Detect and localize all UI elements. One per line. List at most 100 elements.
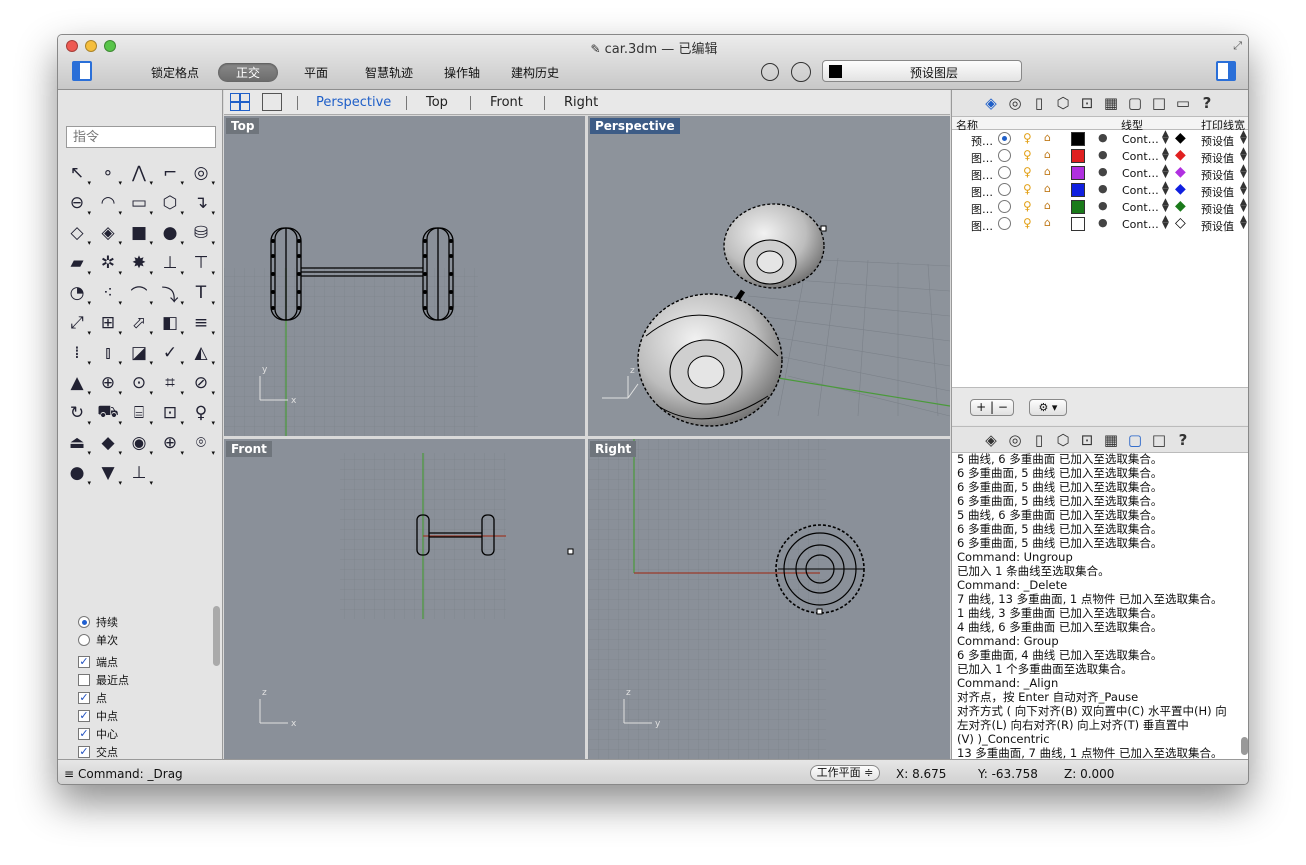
layer-linetype[interactable]: Cont… — [1122, 201, 1159, 214]
layer-name[interactable]: 图… — [971, 201, 993, 217]
add-remove-layer-button[interactable]: + | − — [970, 399, 1014, 416]
light-bulb-icon[interactable]: ♀ — [1023, 131, 1032, 145]
osnap-nearest[interactable]: 最近点 — [78, 671, 208, 689]
document-panel-icon[interactable]: ▯ — [1030, 431, 1048, 449]
light-bulb-icon[interactable]: ♀ — [1023, 182, 1032, 196]
center-checkbox[interactable]: ✓ — [78, 728, 90, 740]
osnap-persistent[interactable]: 持续 — [78, 613, 208, 631]
layer-name[interactable]: 图… — [971, 218, 993, 234]
print-color-diamond[interactable]: ◆ — [1175, 148, 1186, 162]
layer-color[interactable] — [1071, 166, 1085, 180]
light-bulb-icon[interactable]: ♀ — [1023, 165, 1032, 179]
move-icon[interactable]: ⤢ — [62, 308, 92, 338]
history-scrollbar[interactable] — [1241, 737, 1248, 755]
history-button[interactable]: 建构历史 — [511, 64, 559, 81]
viewport-perspective[interactable]: z Perspective — [588, 116, 950, 436]
osnap-endpoint[interactable]: ✓ 端点 — [78, 653, 208, 671]
layer-row[interactable]: 图… ♀ ⌂ ● Cont… ▲ ▼ ◆ 预设值 ▲ ▼ — [952, 198, 1248, 217]
current-layer-radio[interactable] — [998, 166, 1011, 179]
layer-color[interactable] — [1071, 217, 1085, 231]
single-viewport-icon[interactable] — [262, 93, 282, 111]
print-color-diamond[interactable]: ◇ — [1175, 216, 1186, 230]
tab-top[interactable]: Top — [426, 95, 448, 110]
material-icon[interactable]: ● — [1098, 131, 1108, 144]
grid-icon[interactable]: ⌸ — [124, 398, 154, 428]
layer-linetype[interactable]: Cont… — [1122, 133, 1159, 146]
viewport-label-front[interactable]: Front — [226, 441, 272, 457]
layer-printwidth[interactable]: 预设值 — [1201, 150, 1234, 166]
box-solid-icon[interactable]: ■ — [124, 218, 154, 248]
layer-printwidth[interactable]: 预设值 — [1201, 201, 1234, 217]
smart-track-button[interactable]: 智慧轨迹 — [365, 64, 413, 81]
layer-row[interactable]: 图… ♀ ⌂ ● Cont… ▲ ▼ ◆ 预设值 ▲ ▼ — [952, 181, 1248, 200]
layer-row[interactable]: 预… ♀ ⌂ ● Cont… ▲ ▼ ◆ 预设值 ▲ ▼ — [952, 130, 1248, 149]
material-panel-icon[interactable]: ▦ — [1102, 94, 1120, 112]
fillet-curve-icon[interactable]: ↴ — [186, 188, 216, 218]
points-on-icon[interactable]: ⁖ — [93, 278, 123, 308]
material-icon[interactable]: ● — [1098, 165, 1108, 178]
viewport-right[interactable]: y z Right — [588, 439, 950, 759]
explode-icon[interactable]: ✸ — [124, 248, 154, 278]
grid-array-icon[interactable]: ⁞ — [62, 338, 92, 368]
layer-linetype[interactable]: Cont… — [1122, 218, 1159, 231]
stepper-icon[interactable]: ▲ ▼ — [1162, 164, 1169, 180]
osnap-target-icon[interactable] — [791, 62, 811, 82]
globe-icon[interactable]: ⊕ — [155, 428, 185, 458]
lock-icon[interactable]: ⌂ — [1044, 165, 1051, 178]
array-icon[interactable]: ⊞ — [93, 308, 123, 338]
paint-icon[interactable]: ▲ — [62, 368, 92, 398]
rectangle-icon[interactable]: ▭ — [124, 188, 154, 218]
tab-front[interactable]: Front — [490, 95, 523, 110]
leader-icon[interactable]: ⊤ — [186, 248, 216, 278]
layer-name[interactable]: 图… — [971, 150, 993, 166]
layer-printwidth[interactable]: 预设值 — [1201, 133, 1234, 149]
current-layer-radio[interactable] — [998, 200, 1011, 213]
point-icon[interactable]: ∘ — [93, 158, 123, 188]
light-bulb-icon[interactable]: ♀ — [1023, 148, 1032, 162]
ellipse-icon[interactable]: ⊖ — [62, 188, 92, 218]
once-radio[interactable] — [78, 634, 90, 646]
stepper-icon[interactable]: ▲ ▼ — [1240, 181, 1247, 197]
osnap-center[interactable]: ✓ 中心 — [78, 725, 208, 743]
layer-linetype[interactable]: Cont… — [1122, 184, 1159, 197]
select-arrow-icon[interactable]: ↖ — [62, 158, 92, 188]
curve-icon[interactable]: ⌐ — [155, 158, 185, 188]
viewport-label-perspective[interactable]: Perspective — [590, 118, 680, 134]
document-panel-icon[interactable]: ▯ — [1030, 94, 1048, 112]
render-sphere-icon[interactable]: ● — [62, 458, 92, 488]
rotate-view-icon[interactable]: ↻ — [62, 398, 92, 428]
print-color-diamond[interactable]: ◆ — [1175, 165, 1186, 179]
mesh-plane-icon[interactable]: ▰ — [62, 248, 92, 278]
object-panel-icon[interactable]: ⬡ — [1054, 94, 1072, 112]
nearest-checkbox[interactable] — [78, 674, 90, 686]
four-viewports-icon[interactable] — [230, 93, 250, 111]
layer-name[interactable]: 图… — [971, 167, 993, 183]
lock-icon[interactable]: ⌂ — [1044, 148, 1051, 161]
text-icon[interactable]: T — [186, 278, 216, 308]
stepper-icon[interactable]: ▲ ▼ — [1162, 215, 1169, 231]
viewport-label-top[interactable]: Top — [226, 118, 260, 134]
layer-row[interactable]: 图… ♀ ⌂ ● Cont… ▲ ▼ ◆ 预设值 ▲ ▼ — [952, 164, 1248, 183]
surface-from-points-icon[interactable]: ◇ — [62, 218, 92, 248]
object-panel-icon[interactable]: ⬡ — [1054, 431, 1072, 449]
lock-icon[interactable]: ⌂ — [1044, 182, 1051, 195]
tab-perspective[interactable]: Perspective — [316, 95, 391, 110]
lock-icon[interactable]: ⌂ — [1044, 199, 1051, 212]
display-panel-icon[interactable]: ▭ — [1174, 94, 1192, 112]
stepper-icon[interactable]: ▲ ▼ — [1240, 215, 1247, 231]
dimension-icon[interactable]: ⊥ — [155, 248, 185, 278]
transform-box-icon[interactable]: ◧ — [155, 308, 185, 338]
persistent-radio[interactable] — [78, 616, 90, 628]
material-panel-icon[interactable]: ▦ — [1102, 431, 1120, 449]
camera-panel-icon[interactable]: ⊡ — [1078, 431, 1096, 449]
snapshot-icon[interactable]: ⊡ — [155, 398, 185, 428]
material-icon[interactable]: ● — [1098, 148, 1108, 161]
boolean-icon[interactable]: ◔ — [62, 278, 92, 308]
stepper-icon[interactable]: ▲ ▼ — [1162, 181, 1169, 197]
stepper-icon[interactable]: ▲ ▼ — [1162, 130, 1169, 146]
print-color-diamond[interactable]: ◆ — [1175, 199, 1186, 213]
align-icon[interactable]: ⫾ — [93, 338, 123, 368]
light-icon[interactable]: ♀ — [186, 398, 216, 428]
dimension-angle-icon[interactable]: ◪ — [124, 338, 154, 368]
print-color-diamond[interactable]: ◆ — [1175, 131, 1186, 145]
